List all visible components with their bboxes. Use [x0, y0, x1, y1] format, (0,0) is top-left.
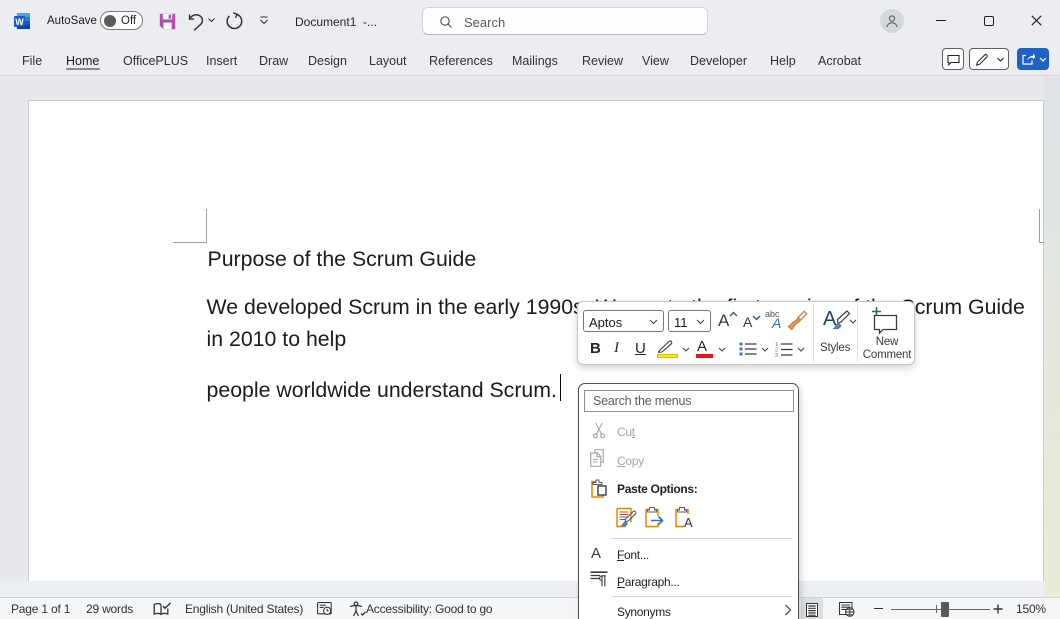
- svg-text:W: W: [15, 17, 24, 27]
- svg-text:3: 3: [775, 353, 778, 357]
- svg-text:A: A: [684, 515, 693, 530]
